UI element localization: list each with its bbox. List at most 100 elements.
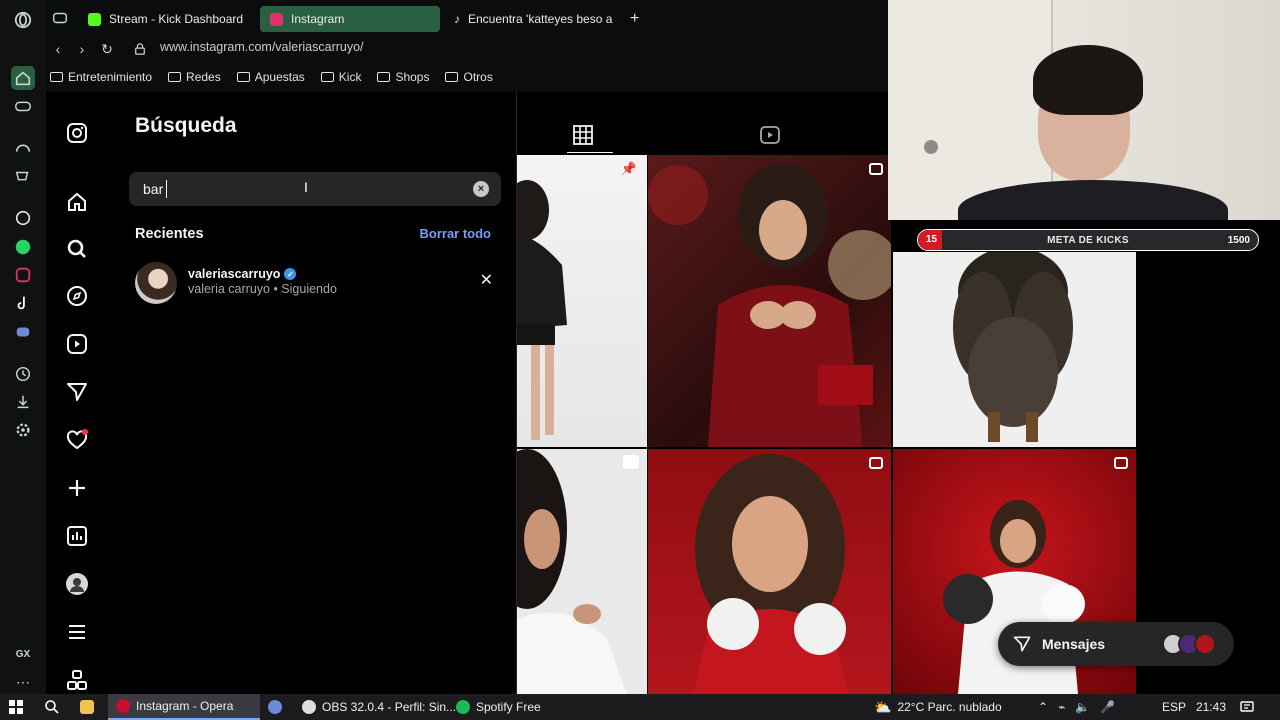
carousel-icon <box>869 457 883 469</box>
search-icon[interactable] <box>44 694 60 720</box>
speed-icon[interactable] <box>11 136 35 160</box>
search-query: bar <box>143 181 164 197</box>
clear-all-button[interactable]: Borrar todo <box>420 226 492 241</box>
recents-heading: Recientes <box>135 226 204 242</box>
discord-icon[interactable] <box>11 320 35 344</box>
tiktok-favicon-icon: ♪ <box>454 12 460 26</box>
whatsapp-icon[interactable] <box>11 235 35 259</box>
messages-pill[interactable]: Mensajes <box>998 622 1234 666</box>
partly-cloudy-icon: ⛅ <box>874 698 892 715</box>
folder-icon <box>236 72 250 82</box>
search-icon[interactable] <box>64 236 90 262</box>
menu-icon[interactable] <box>64 619 90 645</box>
taskbar-opera[interactable]: Instagram - Opera <box>108 694 260 720</box>
bookmark-folder[interactable]: Shops <box>377 70 429 84</box>
create-icon[interactable] <box>64 475 90 501</box>
clear-search-button[interactable]: × <box>473 181 489 197</box>
dashboard-icon[interactable] <box>64 523 90 549</box>
tab-instagram[interactable]: Instagram <box>260 6 440 32</box>
folder-icon <box>50 72 63 82</box>
taskbar-label: OBS 32.0.4 - Perfil: Sin... <box>322 700 457 714</box>
search-panel: Búsqueda bar × I Recientes Borrar todo v… <box>108 92 517 694</box>
message-avatars <box>1162 633 1216 655</box>
opera-sidebar: GX ⋯ <box>0 0 46 694</box>
messages-icon[interactable] <box>64 379 90 405</box>
search-input[interactable]: bar × <box>129 172 501 206</box>
cart-icon[interactable] <box>11 165 35 189</box>
home-icon[interactable] <box>11 66 35 90</box>
bookmark-folder[interactable]: Apuestas <box>236 70 305 84</box>
bookmark-label: Shops <box>395 70 430 84</box>
weather-widget[interactable]: ⛅ 22°C Parc. nublado <box>874 694 1002 720</box>
bookmark-folder[interactable]: Redes <box>168 70 221 84</box>
tab-workspace-icon[interactable] <box>48 6 72 30</box>
verified-badge-icon: ✓ <box>284 268 297 280</box>
windows-start-icon[interactable] <box>8 694 24 720</box>
weather-text: 22°C Parc. nublado <box>897 700 1002 714</box>
taskbar-obs[interactable]: OBS 32.0.4 - Perfil: Sin... <box>298 694 456 720</box>
tab-kick-dashboard[interactable]: Stream - Kick Dashboard <box>78 6 256 32</box>
post-photo <box>693 454 848 694</box>
post-photo <box>953 252 1073 442</box>
gamepad-icon[interactable] <box>11 94 35 118</box>
more-icon[interactable]: ⋯ <box>11 670 35 694</box>
settings-icon[interactable] <box>11 418 35 442</box>
taskbar-spotify[interactable]: Spotify Free <box>452 694 541 720</box>
explore-icon[interactable] <box>64 283 90 309</box>
bookmark-folder[interactable]: Kick <box>320 70 361 84</box>
notifications-icon[interactable] <box>64 427 90 453</box>
reel-badge-icon <box>623 455 639 469</box>
post-tile[interactable]: 📌 <box>517 155 647 447</box>
bookmark-folder[interactable]: Entretenimiento <box>50 70 152 84</box>
text-caret <box>166 180 167 198</box>
post-tile[interactable] <box>648 449 891 694</box>
taskbar-label: Instagram - Opera <box>136 699 234 713</box>
instagram-logo-icon[interactable] <box>64 120 90 146</box>
post-tile[interactable] <box>648 155 891 447</box>
kick-goal-label: META DE KICKS <box>1047 235 1129 246</box>
home-icon[interactable] <box>64 189 90 215</box>
url-field[interactable]: www.instagram.com/valeriascarruyo/ <box>160 40 364 54</box>
notifications-icon[interactable] <box>1240 694 1254 720</box>
file-explorer-icon[interactable] <box>80 694 94 720</box>
reload-icon[interactable]: ↻ <box>97 39 117 59</box>
recent-search-item[interactable]: valeriascarruyo ✓ valeria carruyo • Sigu… <box>135 262 493 304</box>
post-photo <box>648 163 891 447</box>
instagram-icon[interactable] <box>11 263 35 287</box>
profile-avatar[interactable] <box>64 571 90 597</box>
screen: GX ⋯ Stream - Kick Dashboard Instagram ♪… <box>0 0 1280 720</box>
chatgpt-icon[interactable] <box>11 206 35 230</box>
bookmarks-bar: Entretenimiento Redes Apuestas Kick Shop… <box>46 62 888 92</box>
system-tray[interactable]: ⌃ ⌁ 🔈 🎤 <box>1038 694 1115 720</box>
history-icon[interactable] <box>11 362 35 386</box>
webcam-person-hair <box>1033 45 1143 115</box>
bookmark-label: Entretenimiento <box>68 70 153 84</box>
apps-icon[interactable] <box>64 667 90 693</box>
taskbar-discord[interactable] <box>268 694 282 720</box>
forward-arrow-icon[interactable]: › <box>72 39 92 59</box>
avatar <box>1194 633 1216 655</box>
download-icon[interactable] <box>11 390 35 414</box>
clock[interactable]: 21:43 <box>1196 694 1226 720</box>
new-tab-button[interactable]: + <box>624 6 650 32</box>
kick-goal-bar: 15 META DE KICKS 1500 <box>917 229 1259 251</box>
reels-tab-icon[interactable] <box>759 124 781 146</box>
folder-icon <box>80 700 94 714</box>
bookmark-folder[interactable]: Otros <box>445 70 493 84</box>
posts-grid-icon[interactable] <box>572 124 594 146</box>
remove-recent-button[interactable]: ✕ <box>480 270 493 290</box>
text-cursor-icon: I <box>304 179 308 195</box>
network-icon: ⌁ <box>1058 700 1066 714</box>
tiktok-icon[interactable] <box>11 291 35 315</box>
chevron-up-icon: ⌃ <box>1038 700 1049 714</box>
tab-tiktok-search[interactable]: ♪ Encuentra 'katteyes beso a <box>444 6 622 32</box>
post-tile[interactable] <box>893 252 1136 447</box>
post-tile[interactable] <box>517 449 647 694</box>
opera-logo-icon[interactable] <box>11 8 35 32</box>
carousel-icon <box>869 163 883 175</box>
back-arrow-icon[interactable]: ‹ <box>48 39 68 59</box>
language-indicator[interactable]: ESP <box>1162 694 1186 720</box>
folder-icon <box>445 72 459 82</box>
recent-username: valeriascarruyo <box>188 267 281 281</box>
reels-icon[interactable] <box>64 331 90 357</box>
